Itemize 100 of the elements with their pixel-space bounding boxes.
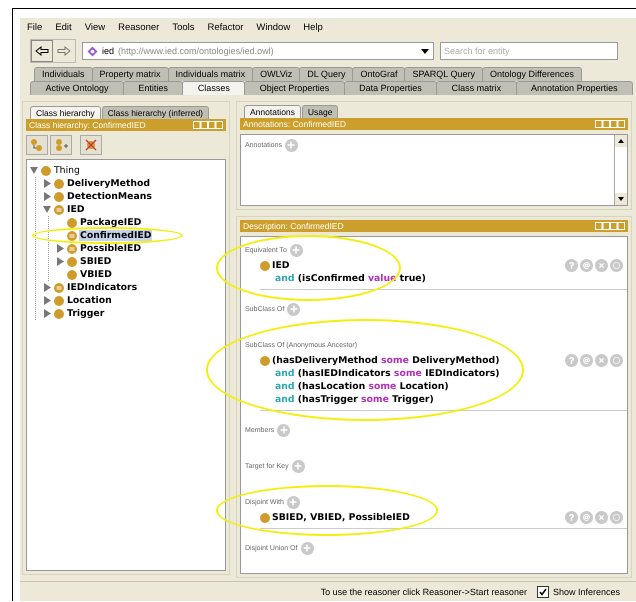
plus-icon [280,426,288,434]
tab[interactable]: Class matrix [436,81,517,95]
delete-button[interactable] [595,354,608,367]
delete-button[interactable] [595,259,608,272]
close-icon [598,357,605,364]
tab[interactable]: DL Query [299,67,354,81]
menu-item[interactable]: Refactor [208,22,244,33]
add-sibling-icon [54,138,68,152]
question-icon [568,357,575,364]
plus-icon [287,141,296,149]
close-icon [598,514,605,521]
panel-controls-icon[interactable] [193,121,223,129]
dropdown-icon[interactable] [421,48,429,54]
tab[interactable]: OWLViz [252,67,300,81]
add-button[interactable] [300,542,314,554]
tree-item[interactable]: PackageIED [79,217,142,228]
plus-icon [290,305,298,313]
search-field[interactable]: Search for entity [440,42,618,60]
expression-line: and (hasTrigger some Trigger) [275,393,434,406]
at-sign-icon [583,357,590,364]
edit-button[interactable] [610,511,623,524]
tab[interactable]: Individuals [34,67,93,81]
tree-item[interactable]: Trigger [66,308,106,319]
annotate-button[interactable] [580,511,593,524]
add-sibling-button[interactable] [50,135,72,155]
menu-item[interactable]: File [27,22,42,33]
scroll-up-icon[interactable] [615,135,627,147]
annotate-button[interactable] [580,354,593,367]
delete-button[interactable] [80,135,102,155]
tab[interactable]: Usage [302,105,338,118]
status-message: To use the reasoner click Reasoner->Start reasoner [320,587,527,597]
panel-controls-icon[interactable] [595,120,625,128]
add-subclass-icon [30,138,44,152]
collapse-icon[interactable] [29,166,41,175]
back-button[interactable] [31,40,53,62]
close-icon [598,262,605,269]
tab[interactable]: Ontology Differences [482,67,582,81]
collapse-icon[interactable] [42,205,54,214]
tab[interactable]: Classes [182,81,246,95]
tab[interactable]: Active Ontology [30,81,124,95]
delete-button[interactable] [595,511,608,524]
tab[interactable]: Class hierarchy [30,106,101,119]
menu-item[interactable]: Edit [55,22,72,33]
show-inferences-checkbox[interactable]: Show Inferences [536,586,620,598]
tab[interactable]: Entities [122,81,184,95]
delete-class-icon [84,138,98,152]
tab[interactable]: Annotations [244,105,301,118]
plus-icon [294,462,302,470]
tab[interactable]: OntoGraf [352,67,406,81]
tab[interactable]: Property matrix [92,67,169,81]
checkbox[interactable] [536,586,549,598]
add-button[interactable] [284,138,298,152]
add-button[interactable] [277,424,290,436]
menu-item[interactable]: Window [256,22,290,33]
tab[interactable]: Object Properties [244,81,345,95]
tab[interactable]: SPARQL Query [404,67,483,81]
tree-item[interactable]: ConfirmedIED [79,230,152,241]
add-subclass-button[interactable] [26,135,48,155]
panel-controls-icon[interactable] [595,222,625,230]
tree-item[interactable]: Location [66,295,113,306]
plus-icon [292,246,300,254]
expression-line: (hasDeliveryMethod some DeliveryMethod) [272,354,500,367]
add-button[interactable] [287,302,300,316]
class-icon [260,512,270,522]
explain-button[interactable] [565,511,578,524]
tree-item[interactable]: VBIED [79,269,113,280]
edit-button[interactable] [610,259,623,272]
menu-item[interactable]: View [84,22,106,33]
tab[interactable]: Individuals matrix [168,67,254,81]
tab[interactable]: Data Properties [344,81,438,95]
add-button[interactable] [290,244,303,256]
checkmark-icon [538,588,547,596]
menu-item[interactable]: Help [303,22,323,33]
tree-item[interactable]: IED [66,204,86,215]
add-button[interactable] [292,460,305,472]
edit-button[interactable] [610,354,623,367]
tree-item[interactable]: SBIED [79,256,112,267]
plus-icon [303,544,312,552]
annotate-button[interactable] [580,259,593,272]
expression-line: SBIED, VBIED, PossibleIED [272,511,410,524]
menu-item[interactable]: Reasoner [118,22,160,33]
tree-item[interactable]: IEDIndicators [66,282,138,293]
explain-button[interactable] [565,259,578,272]
tree-item[interactable]: PossibleIED [79,243,142,254]
forward-arrow-icon [57,46,71,56]
ontology-icon [87,46,98,56]
tree-item[interactable]: DeliveryMethod [66,178,152,189]
ontology-selector[interactable]: ied (http://www.ied.com/ontologies/ied.owl) [82,42,434,60]
ontology-iri: (http://www.ied.com/ontologies/ied.owl) [118,46,274,56]
menu-item[interactable]: Tools [172,22,194,33]
at-sign-icon [583,262,590,269]
add-button[interactable] [286,496,300,508]
scrollbar[interactable] [614,135,627,205]
class-icon [260,356,270,366]
tab[interactable]: Class hierarchy (inferred) [102,106,209,119]
tree-item[interactable]: Thing [53,165,81,176]
scroll-down-icon[interactable] [615,193,627,205]
tree-item[interactable]: DetectionMeans [66,191,153,202]
explain-button[interactable] [565,354,578,367]
tab[interactable]: Annotation Properties [516,81,634,95]
